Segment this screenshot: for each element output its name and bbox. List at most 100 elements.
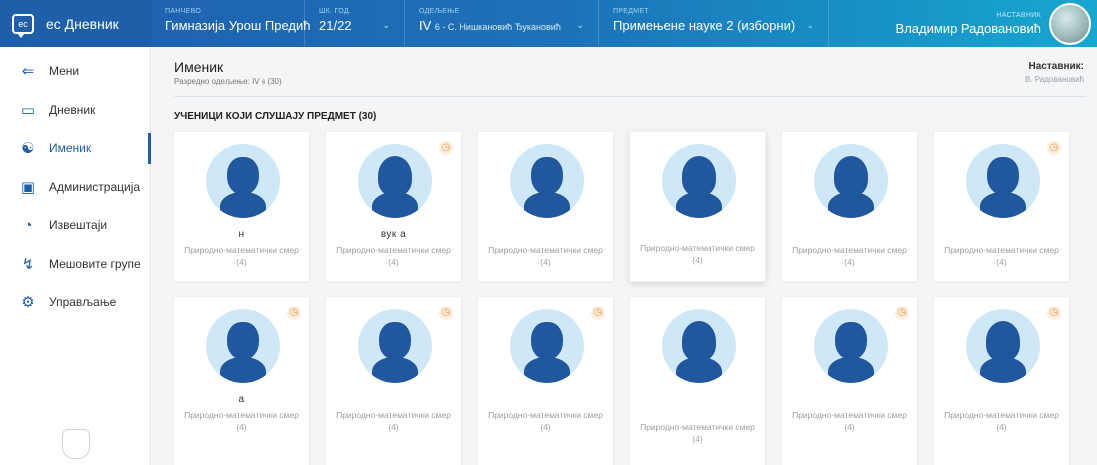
student-card[interactable]: ◷ Природно-математички смер (4) xyxy=(933,131,1070,282)
student-card[interactable]: Природно-математички смер (4) xyxy=(629,131,766,282)
teacher-profile[interactable]: НАСТАВНИК Владимир Радовановић xyxy=(896,0,1097,47)
student-program: Природно-математички смер (4) xyxy=(488,245,603,267)
teacher-heading: Наставник: xyxy=(1028,61,1084,72)
avatar-male-icon xyxy=(966,144,1040,218)
sidebar-item-administration[interactable]: ▣ Администрација xyxy=(0,168,150,207)
sidebar-item-label: Именик xyxy=(49,141,92,156)
brand[interactable]: ес ес Дневник xyxy=(0,0,151,47)
subject-label: ПРЕДМЕТ xyxy=(613,8,649,15)
avatar-male-icon xyxy=(510,144,584,218)
clock-icon[interactable]: ◷ xyxy=(895,306,909,320)
student-program: Природно-математички смер (4) xyxy=(184,245,299,267)
section-title: УЧЕНИЦИ КОЈИ СЛУШАЈУ ПРЕДМЕТ (30) xyxy=(174,111,377,122)
sidebar-item-management[interactable]: ⚙ Управљање xyxy=(0,283,150,322)
clock-icon[interactable]: ◷ xyxy=(439,306,453,320)
sidebar-item-mixed-groups[interactable]: ↯ Мешовите групе xyxy=(0,245,150,284)
school-name: Гимназија Урош Предић xyxy=(165,18,311,33)
sidebar-item-reports[interactable]: ◔ Извештаји xyxy=(0,206,150,245)
pie-chart-icon: ◔ xyxy=(23,216,33,234)
teacher-avatar[interactable] xyxy=(1049,2,1091,45)
avatar-female-icon xyxy=(662,144,736,218)
page-title: Именик xyxy=(174,59,224,75)
student-program: Природно-математички смер (4) xyxy=(944,245,1059,267)
avatar-female-icon xyxy=(966,309,1040,383)
class-label: ОДЕЉЕЊЕ xyxy=(419,8,460,15)
clock-icon[interactable]: ◷ xyxy=(1047,141,1061,155)
main-content: Именик Разредно одељење: IV 6 (30) Наста… xyxy=(159,47,1089,465)
avatar-male-icon xyxy=(358,309,432,383)
top-bar: ес ес Дневник ПАНЧЕВО Гимназија Урош Пре… xyxy=(0,0,1097,47)
avatar-male-icon xyxy=(510,309,584,383)
sidebar-item-label: Мешовите групе xyxy=(49,256,141,271)
year-selector[interactable]: ШК. ГОД. 21/22 ⌄ xyxy=(305,0,405,47)
avatar-female-icon xyxy=(358,144,432,218)
subject-selector[interactable]: ПРЕДМЕТ Примењене науке 2 (изборни) ⌄ xyxy=(599,0,829,47)
chevron-down-icon: ⌄ xyxy=(382,20,390,30)
sidebar-item-label: Дневник xyxy=(49,102,96,117)
student-name: н xyxy=(238,229,245,240)
clipboard-icon: ▣ xyxy=(20,178,36,196)
student-name: вук а xyxy=(380,229,407,240)
student-card[interactable]: ◷ Природно-математички смер (4) xyxy=(781,296,918,465)
clock-icon[interactable]: ◷ xyxy=(439,141,453,155)
avatar-male-icon xyxy=(814,309,888,383)
arrow-left-icon: ⇐ xyxy=(21,63,35,81)
clock-icon[interactable]: ◷ xyxy=(1047,306,1061,320)
student-card[interactable]: ◷ Природно-математички смер (4) xyxy=(933,296,1070,465)
teacher-text: НАСТАВНИК Владимир Радовановић xyxy=(896,12,1041,36)
brand-name: ес Дневник xyxy=(46,15,119,32)
student-card[interactable]: Природно-математички смер (4) xyxy=(629,296,766,465)
avatar-female-icon xyxy=(814,144,888,218)
group-icon: ↯ xyxy=(21,255,35,273)
sidebar-item-roster[interactable]: ☯ Именик xyxy=(0,129,151,168)
sidebar: ⇐ Мени ▭ Дневник ☯ Именик ▣ Администрација ◔… xyxy=(0,47,151,465)
student-program: Природно-математички смер (4) xyxy=(488,410,603,432)
sidebar-item-diary[interactable]: ▭ Дневник xyxy=(0,91,150,130)
context-bar: ПАНЧЕВО Гимназија Урош Предић ШК. ГОД. 2… xyxy=(151,0,1097,47)
student-card[interactable]: ◷ Природно-математички смер (4) xyxy=(477,296,614,465)
student-card[interactable]: н Природно-математички смер (4) xyxy=(173,131,310,282)
school-selector[interactable]: ПАНЧЕВО Гимназија Урош Предић xyxy=(151,0,311,47)
book-icon: ▭ xyxy=(20,101,36,119)
school-label: ПАНЧЕВО xyxy=(165,8,202,15)
student-card[interactable]: Природно-математички смер (4) xyxy=(781,131,918,282)
coat-of-arms-icon xyxy=(62,429,90,459)
student-card[interactable]: ◷ Природно-математички смер (4) xyxy=(325,296,462,465)
chevron-down-icon: ⌄ xyxy=(576,20,584,30)
student-program: Природно-математички смер (4) xyxy=(184,410,299,432)
sidebar-item-menu[interactable]: ⇐ Мени xyxy=(0,52,150,91)
class-name: IV xyxy=(419,18,432,33)
student-program: Природно-математички смер (4) xyxy=(792,410,907,432)
avatar-male-icon xyxy=(206,309,280,383)
student-program: Природно-математички смер (4) xyxy=(336,410,451,432)
class-selector[interactable]: ОДЕЉЕЊЕ IV 6 - С. Нишкановић Ђукановић ⌄ xyxy=(405,0,599,47)
gear-icon: ⚙ xyxy=(21,294,35,312)
avatar-female-icon xyxy=(662,309,736,383)
clock-icon[interactable]: ◷ xyxy=(287,306,301,320)
teacher-label: НАСТАВНИК xyxy=(996,11,1041,19)
page-subtitle: Разредно одељење: IV 6 (30) xyxy=(174,77,1086,86)
sidebar-item-label: Управљање xyxy=(49,295,117,310)
student-card[interactable]: ◷ а Природно-математички смер (4) xyxy=(173,296,310,465)
student-program: Природно-математички смер (4) xyxy=(336,245,451,267)
teacher-short-name: В. Радовановић xyxy=(1024,75,1084,84)
page-header: Именик Разредно одељење: IV 6 (30) Наста… xyxy=(174,59,1086,97)
chevron-down-icon: ⌄ xyxy=(806,20,814,30)
student-name: а xyxy=(238,394,245,405)
avatar-male-icon xyxy=(206,144,280,218)
teacher-name: Владимир Радовановић xyxy=(895,20,1041,36)
users-icon: ☯ xyxy=(21,140,35,158)
student-card[interactable]: ◷ вук а Природно-математички смер (4) xyxy=(325,131,462,282)
student-card[interactable]: Природно-математички смер (4) xyxy=(477,131,614,282)
clock-icon[interactable]: ◷ xyxy=(591,306,605,320)
year-value: 21/22 xyxy=(319,18,352,33)
subject-value: Примењене науке 2 (изборни) xyxy=(613,18,796,33)
header-teacher: Наставник: В. Радовановић xyxy=(1025,61,1084,84)
student-program: Природно-математички смер (4) xyxy=(792,245,907,267)
sidebar-item-label: Мени xyxy=(49,64,80,79)
class-info: Разредно одељење: IV xyxy=(174,77,260,86)
class-homeroom: - С. Нишкановић Ђукановић xyxy=(439,22,561,32)
class-count: (30) xyxy=(265,77,282,86)
student-program: Природно-математички смер (4) xyxy=(640,422,755,444)
year-label: ШК. ГОД. xyxy=(319,8,352,15)
